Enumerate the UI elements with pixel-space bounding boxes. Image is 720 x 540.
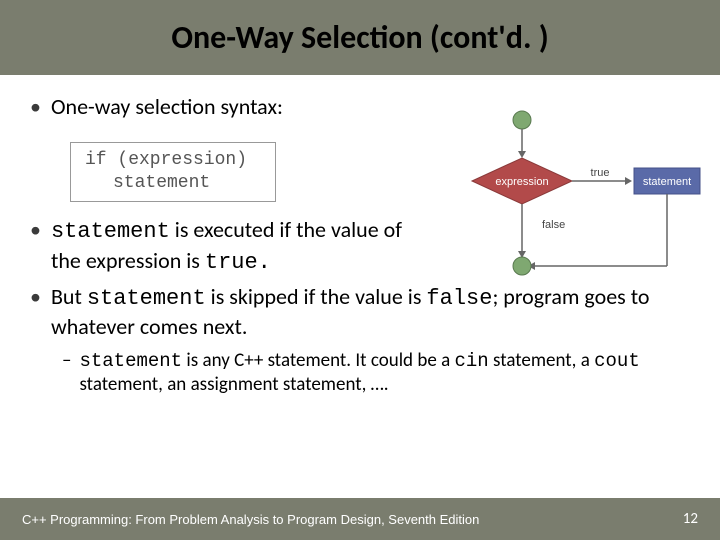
bullet-dot: • <box>30 216 41 245</box>
bullet-2: • statement is executed if the value of … <box>30 216 410 276</box>
flow-start-icon <box>513 111 531 129</box>
code-line-1: if (expression) <box>85 149 247 172</box>
bullet-dot: • <box>30 93 41 122</box>
page-number: 12 <box>683 510 698 528</box>
code-inline-statement: statement <box>79 350 182 372</box>
header-band: One-Way Selection (cont'd. ) <box>0 0 720 75</box>
sub-bullet-text: statement is any C++ statement. It could… <box>79 349 690 398</box>
bullet-2-text: statement is executed if the value of th… <box>51 216 410 276</box>
bullet-3: • But statement is skipped if the value … <box>30 283 690 341</box>
code-inline-cout: cout <box>594 350 640 372</box>
flow-true-label: true <box>591 167 610 179</box>
flow-statement-label: statement <box>643 176 691 188</box>
flow-expression-label: expression <box>495 176 548 188</box>
code-inline-statement: statement <box>51 219 170 244</box>
bullet-dot: • <box>30 283 41 312</box>
code-line-2: statement <box>85 172 247 195</box>
code-inline-cin: cin <box>454 350 488 372</box>
footer-band: C++ Programming: From Problem Analysis t… <box>0 498 720 540</box>
bullet-3-pre: But <box>51 283 87 310</box>
page-title: One-Way Selection (cont'd. ) <box>0 18 720 57</box>
sub-mid2: statement, a <box>489 349 594 372</box>
sub-dash: – <box>62 349 71 374</box>
sub-mid1: is any C++ statement. It could be a <box>182 349 454 372</box>
bullet-3-text: But statement is skipped if the value is… <box>51 283 690 341</box>
flow-end-icon <box>513 257 531 275</box>
code-inline-false: false <box>426 286 492 311</box>
flowchart-diagram: expression true statement false <box>412 106 702 284</box>
syntax-code-box: if (expression) statement <box>70 142 276 203</box>
code-inline-statement: statement <box>87 286 206 311</box>
bullet-1-text: One-way selection syntax: <box>51 93 283 121</box>
sub-post: statement, an assignment statement, …. <box>79 373 388 396</box>
bullet-3-mid: is skipped if the value is <box>206 283 427 310</box>
flow-false-label: false <box>542 219 565 231</box>
sub-bullet: – statement is any C++ statement. It cou… <box>62 349 690 398</box>
code-inline-true: true. <box>205 250 271 275</box>
footer-text: C++ Programming: From Problem Analysis t… <box>22 512 479 527</box>
